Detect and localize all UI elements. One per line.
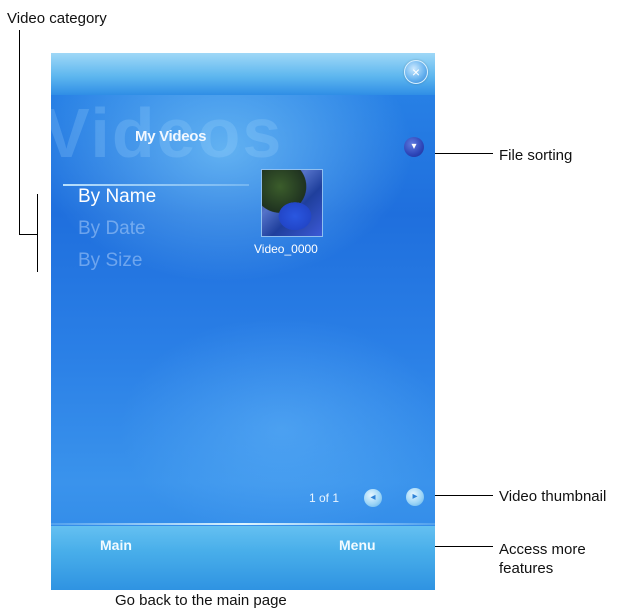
title-bar: ×: [51, 53, 435, 95]
annotation-file-sorting: File sorting: [499, 147, 573, 164]
main-softkey[interactable]: Main: [100, 537, 132, 553]
video-category-leader-horizontal: [19, 234, 37, 235]
file-sorting-leader: [426, 153, 493, 154]
softkey-bar: Main Menu: [51, 526, 435, 590]
video-thumbnail-caption[interactable]: Video_0000: [254, 242, 318, 256]
screen-title: My Videos: [135, 128, 207, 145]
video-category-bracket: [37, 194, 38, 272]
menu-softkey[interactable]: Menu: [339, 537, 376, 553]
videos-screen: × Videos My Videos ▾ By Name By Date By …: [51, 53, 435, 590]
next-page-icon[interactable]: ▸: [406, 488, 424, 506]
sort-icon[interactable]: ▾: [404, 137, 424, 157]
category-by-name[interactable]: By Name: [78, 186, 156, 208]
page-indicator: 1 of 1: [309, 491, 340, 505]
annotation-access-more: Access more features: [499, 541, 586, 577]
category-by-size[interactable]: By Size: [78, 250, 142, 272]
previous-page-icon[interactable]: ◂: [364, 489, 382, 507]
close-icon[interactable]: ×: [404, 60, 428, 84]
category-by-date[interactable]: By Date: [78, 218, 146, 240]
annotation-video-category: Video category: [7, 10, 107, 27]
annotation-go-back: Go back to the main page: [115, 592, 287, 609]
video-category-leader-vertical: [19, 30, 20, 235]
softkey-divider: [51, 523, 435, 525]
annotation-video-thumbnail: Video thumbnail: [499, 488, 607, 505]
video-thumbnail-image[interactable]: [261, 169, 323, 237]
